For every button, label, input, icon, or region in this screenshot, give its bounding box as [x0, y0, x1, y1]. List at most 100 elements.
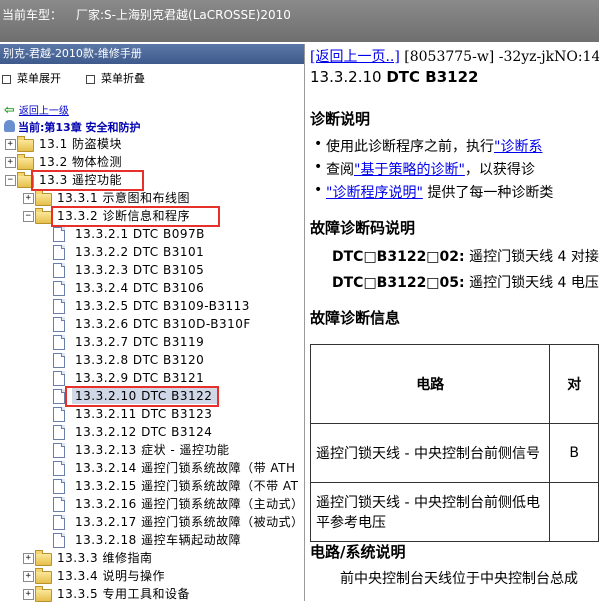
expand-toggle-icon[interactable]: +	[5, 139, 16, 150]
tree-item[interactable]: 13.3.2.17 遥控门锁系统故障（被动式）	[0, 513, 304, 531]
dtc-1-code: DTC□B3122□02:	[332, 249, 465, 265]
tree-item-label: 13.3.2.6 DTC B310D-B310F	[75, 317, 251, 331]
tree-folder[interactable]: +13.3.3 维修指南	[0, 549, 304, 567]
collapse-toggle-icon[interactable]: −	[23, 211, 34, 222]
red-highlight-box	[51, 206, 220, 227]
doc-title: 13.3.2.10 DTC B3122	[310, 68, 478, 86]
expand-toggle-icon[interactable]: +	[5, 157, 16, 168]
tree-item[interactable]: 13.3.2.2 DTC B3101	[0, 243, 304, 261]
tree-item-label: 13.3.2.4 DTC B3106	[75, 281, 205, 295]
tree-item-label: 13.3.2.2 DTC B3101	[75, 245, 205, 259]
document-icon	[53, 371, 65, 386]
expand-toggle-icon[interactable]: +	[23, 193, 34, 204]
tree-item[interactable]: 13.3.2.4 DTC B3106	[0, 279, 304, 297]
tree-item-label: 13.3.2.17 遥控门锁系统故障（被动式）	[75, 515, 304, 529]
bullet-2-link[interactable]: "基于策略的诊断"	[354, 162, 465, 178]
expand-toggle-icon[interactable]: +	[23, 553, 34, 564]
tree-item-label: 13.3.2.9 DTC B3121	[75, 371, 205, 385]
folder-icon	[35, 550, 52, 566]
expand-toggle-icon[interactable]: +	[23, 571, 34, 582]
tree-item-label: 13.1 防盗模块	[39, 137, 123, 151]
tree-folder[interactable]: +13.2 物体检测	[0, 153, 304, 171]
document-icon	[53, 353, 65, 368]
table-cell-next	[549, 482, 599, 542]
tree-folder[interactable]: +13.3.4 说明与操作	[0, 567, 304, 585]
document-icon	[53, 407, 65, 422]
left-panel-title: 别克-君越-2010款-维修手册	[0, 44, 304, 64]
tree-item[interactable]: 13.3.2.8 DTC B3120	[0, 351, 304, 369]
nav-info: [8053775-w] -32yz-jkNO:14	[399, 49, 599, 65]
tree-item[interactable]: 13.3.2.16 遥控门锁系统故障（主动式）	[0, 495, 304, 513]
dtc-1-desc: 遥控门锁天线 4 对接	[464, 249, 599, 265]
table-cell-circuit: 遥控门锁天线 - 中央控制台前侧信号	[309, 423, 551, 483]
document-icon	[53, 461, 65, 476]
dtc-2-desc: 遥控门锁天线 4 电压	[464, 275, 599, 291]
document-icon	[53, 425, 65, 440]
bullet-2-post: ，以获得诊	[464, 162, 535, 178]
tree-item[interactable]: 13.3.2.3 DTC B3105	[0, 261, 304, 279]
tree-item-label: 13.3.2.18 遥控车辆起动故障	[75, 533, 242, 547]
tree-item[interactable]: 13.3.2.11 DTC B3123	[0, 405, 304, 423]
back-page-link[interactable]: [返回上一页..]	[310, 49, 400, 65]
tree-item[interactable]: 13.3.2.5 DTC B3109-B3113	[0, 297, 304, 315]
bullet-3: "诊断程序说明" 提供了每一种诊断类	[314, 182, 554, 202]
dtc-row-1: DTC□B3122□02: 遥控门锁天线 4 对接	[332, 246, 599, 266]
tree-item-label: 13.3.2.8 DTC B3120	[75, 353, 205, 367]
tree-item-label: 13.3.2.14 遥控门锁系统故障（带 ATH	[75, 461, 296, 475]
back-link[interactable]: ⇦ 返回上一级	[4, 102, 69, 118]
tree-item-label: 13.2 物体检测	[39, 155, 123, 169]
bullet-1-link[interactable]: "诊断系	[494, 139, 542, 155]
tree-folder[interactable]: +13.3.5 专用工具和设备	[0, 585, 304, 603]
tree-item[interactable]: 13.3.2.15 遥控门锁系统故障（不带 AT	[0, 477, 304, 495]
document-icon	[53, 263, 65, 278]
nav-line: [返回上一页..] [8053775-w] -32yz-jkNO:14	[310, 46, 599, 66]
expand-all-button[interactable]: 菜单展开	[2, 70, 61, 86]
bullet-3-link[interactable]: "诊断程序说明"	[326, 185, 423, 201]
folder-icon	[35, 586, 52, 602]
current-chapter-label: 当前:第13章 安全和防护	[18, 121, 141, 134]
red-highlight-box	[31, 170, 144, 191]
tree-item-label: 13.3.4 说明与操作	[57, 569, 165, 583]
folder-icon	[17, 136, 34, 152]
tree-item[interactable]: 13.3.2.7 DTC B3119	[0, 333, 304, 351]
document-icon	[53, 515, 65, 530]
tree-item[interactable]: 13.3.2.13 症状 - 遥控功能	[0, 441, 304, 459]
collapse-all-button[interactable]: 菜单折叠	[86, 70, 145, 86]
system-text: 前中央控制台天线位于中央控制台总成	[340, 571, 578, 587]
tree-folder[interactable]: +13.3.1 示意图和布线图	[0, 189, 304, 207]
tree-item[interactable]: 13.3.2.9 DTC B3121	[0, 369, 304, 387]
table-row: 遥控门锁天线 - 中央控制台前侧低电平参考电压	[309, 482, 599, 542]
bullet-3-post: 提供了每一种诊断类	[422, 185, 554, 201]
document-icon	[53, 245, 65, 260]
document-icon	[53, 317, 65, 332]
diag-heading: 诊断说明	[310, 110, 371, 128]
collapse-all-label: 菜单折叠	[101, 72, 145, 85]
collapse-toggle-icon[interactable]: −	[5, 175, 16, 186]
tree-item[interactable]: 13.3.2.18 遥控车辆起动故障	[0, 531, 304, 549]
bullet-2: 查阅"基于策略的诊断"，以获得诊	[314, 159, 535, 179]
tree-item-label: 13.3.1 示意图和布线图	[57, 191, 190, 205]
content-panel: [返回上一页..] [8053775-w] -32yz-jkNO:14 13.3…	[306, 44, 599, 601]
doc-title-text: DTC B3122	[386, 68, 479, 86]
tree-item[interactable]: 13.3.2.1 DTC B097B	[0, 225, 304, 243]
tree-item-label: 13.3.2.5 DTC B3109-B3113	[75, 299, 250, 313]
vehicle-maker: 厂家:S-上海别克君越(LaCROSSE)2010	[76, 8, 291, 22]
back-arrow-icon: ⇦	[4, 103, 15, 118]
folder-icon	[35, 208, 52, 224]
tree-item-label: 13.3.2.3 DTC B3105	[75, 263, 205, 277]
current-chapter: 当前:第13章 安全和防护	[4, 119, 141, 135]
folder-icon	[35, 568, 52, 584]
tree-item[interactable]: 13.3.2.6 DTC B310D-B310F	[0, 315, 304, 333]
tree-item[interactable]: 13.3.2.14 遥控门锁系统故障（带 ATH	[0, 459, 304, 477]
tree-folder[interactable]: +13.1 防盗模块	[0, 135, 304, 153]
tree-item-label: 13.3.2.1 DTC B097B	[75, 227, 205, 241]
folder-icon	[35, 190, 52, 206]
red-highlight-box	[65, 386, 219, 407]
expand-toggle-icon[interactable]: +	[23, 589, 34, 600]
tree-item[interactable]: 13.3.2.12 DTC B3124	[0, 423, 304, 441]
expand-icon	[2, 74, 11, 84]
tree-item-label: 13.3.2.12 DTC B3124	[75, 425, 213, 439]
table-cell-next: B	[549, 423, 599, 483]
document-icon	[53, 497, 65, 512]
document-icon	[53, 227, 65, 242]
